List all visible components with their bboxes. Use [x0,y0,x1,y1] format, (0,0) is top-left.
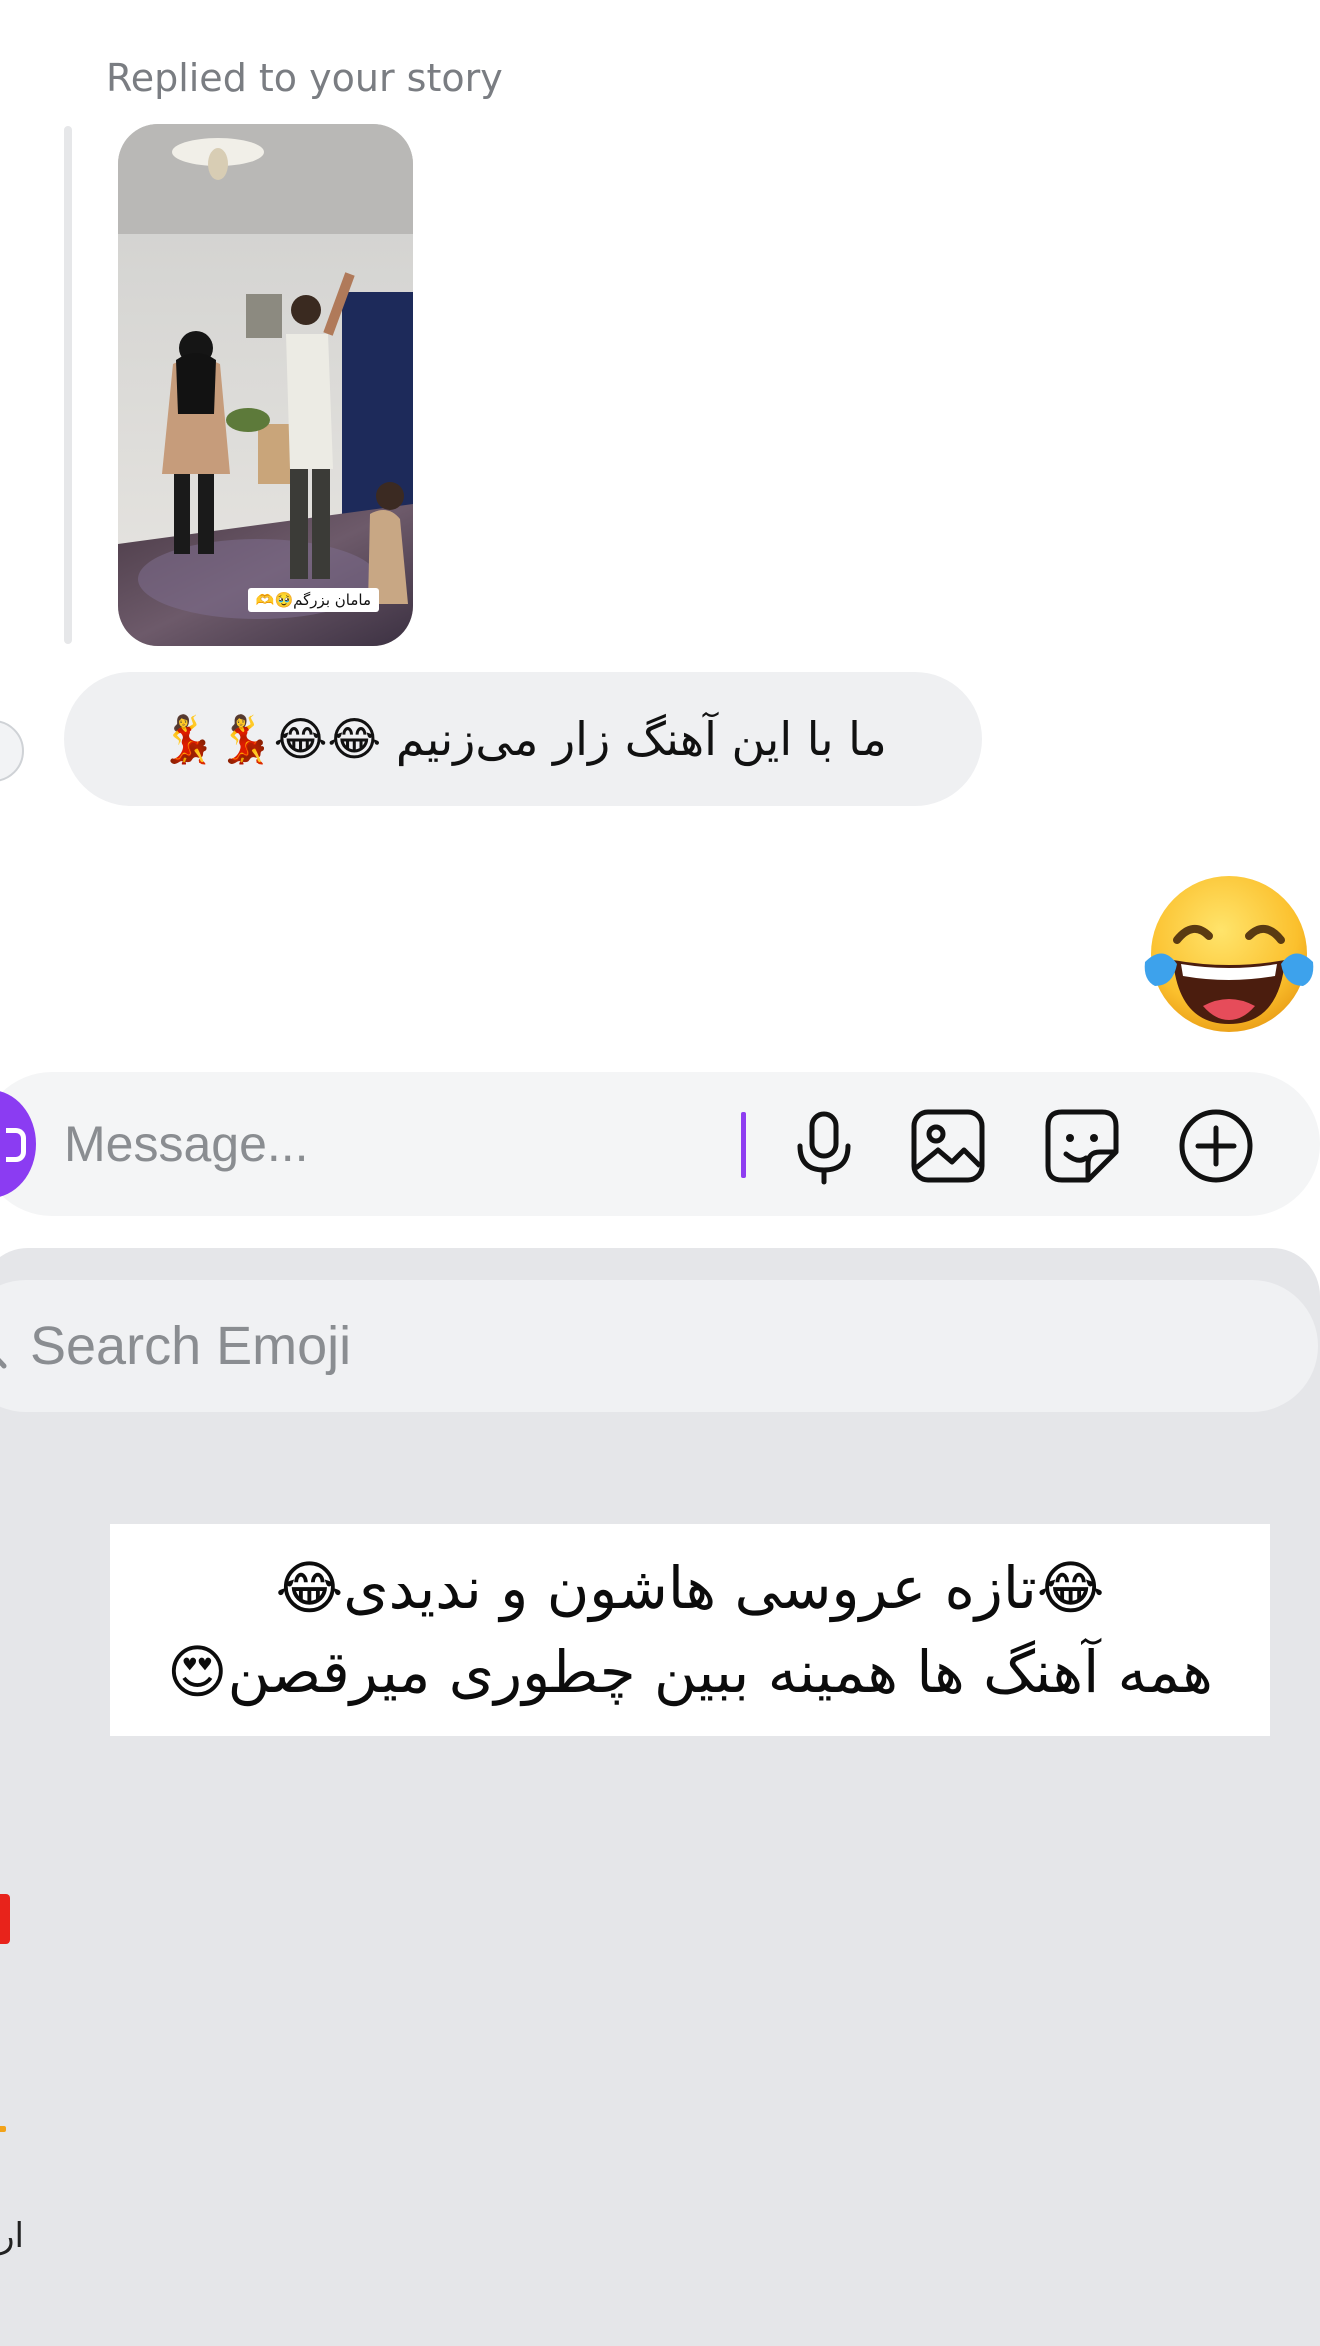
partial-sticker-red[interactable] [0,1894,10,1944]
microphone-icon[interactable] [784,1106,864,1186]
laughing-emoji-icon[interactable] [1143,874,1315,1034]
reply-label: Replied to your story [106,56,503,100]
emoji-keyboard [0,1248,1320,2346]
sticker-icon[interactable] [1042,1106,1122,1186]
partial-sticker-orange[interactable] [0,2126,6,2132]
partial-sticker-text: ار [0,2216,24,2256]
text-sticker[interactable]: 😂تازه عروسی هاشون و ندیدی😂 همه آهنگ ها ه… [110,1524,1270,1736]
plus-icon[interactable] [1176,1106,1256,1186]
incoming-message-bubble[interactable]: ما با این آهنگ زار می‌زنیم 😂😂💃💃 [64,672,982,806]
story-caption: مامان بزرگم🥹🫶 [247,588,379,612]
search-icon [0,1357,7,1369]
text-caret [741,1112,746,1178]
chat-screen: Replied to your story مامان بزرگم🥹🫶 ما ب… [0,0,1320,2346]
reply-indicator-bar [64,126,72,644]
camera-icon [6,1128,26,1162]
message-input[interactable] [64,1106,724,1182]
sticker-line-1: 😂تازه عروسی هاشون و ندیدی😂 [275,1554,1105,1622]
gallery-icon[interactable] [908,1106,988,1186]
message-text: ما با این آهنگ زار می‌زنیم 😂😂💃💃 [159,711,887,766]
sticker-line-2: همه آهنگ ها همینه ببین چطوری میرقصن😍 [167,1638,1213,1706]
profile-avatar[interactable] [0,720,24,782]
emoji-search-input[interactable] [30,1308,930,1384]
story-image [118,124,413,646]
story-thumbnail[interactable]: مامان بزرگم🥹🫶 [118,124,413,646]
